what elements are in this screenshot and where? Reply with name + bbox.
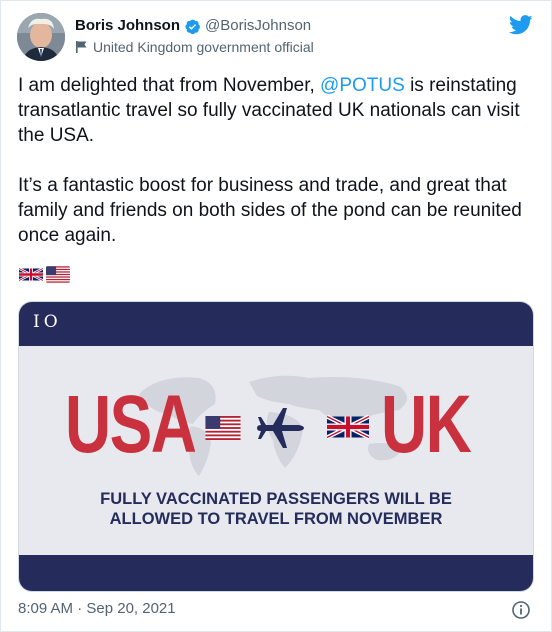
media-caption-line-2: ALLOWED TO TRAVEL FROM NOVEMBER	[109, 510, 443, 528]
uk-flag-icon	[19, 266, 43, 283]
emoji-row	[19, 266, 70, 283]
media-bottom-bar	[19, 555, 533, 591]
tweet-text: I am delighted that from November, @POTU…	[18, 73, 538, 273]
avatar[interactable]	[17, 13, 65, 61]
twitter-bird-icon[interactable]	[508, 15, 533, 35]
tweet-timestamp[interactable]: 8:09 AM · Sep 20, 2021	[18, 600, 176, 617]
media-graphic: USA UK FULLY VACCINATED PASSENGERS WILL …	[19, 346, 533, 557]
media-brand: IO	[33, 312, 62, 332]
airplane-icon	[255, 406, 305, 455]
tweet-paragraph-1: I am delighted that from November, @POTU…	[18, 75, 520, 146]
author-names: Boris Johnson @BorisJohnson United Kingd…	[75, 16, 314, 56]
us-flag-icon	[46, 266, 70, 283]
tweet-media-image[interactable]: IO USA UK FULLY VACCINATED PASSENGERS WI…	[18, 301, 534, 592]
uk-flag-graphic	[326, 414, 370, 445]
tweet-header: Boris Johnson @BorisJohnson United Kingd…	[17, 13, 314, 61]
display-name[interactable]: Boris Johnson	[75, 16, 180, 36]
author-row: Boris Johnson @BorisJohnson	[75, 16, 314, 36]
media-top-bar: IO	[19, 302, 533, 346]
tweet-card: Boris Johnson @BorisJohnson United Kingd…	[0, 0, 552, 632]
us-flag-graphic	[203, 416, 243, 445]
media-caption-line-1: FULLY VACCINATED PASSENGERS WILL BE	[100, 490, 452, 508]
verified-badge-icon	[184, 18, 201, 35]
uk-word: UK	[381, 379, 472, 470]
usa-word: USA	[65, 379, 197, 470]
government-label: United Kingdom government official	[75, 38, 314, 56]
mention-potus[interactable]: @POTUS	[320, 75, 405, 96]
flag-icon	[75, 40, 88, 54]
tweet-paragraph-2: It’s a fantastic boost for business and …	[18, 175, 522, 246]
handle[interactable]: @BorisJohnson	[205, 16, 311, 36]
government-label-text: United Kingdom government official	[93, 39, 314, 55]
info-icon[interactable]	[511, 600, 531, 620]
